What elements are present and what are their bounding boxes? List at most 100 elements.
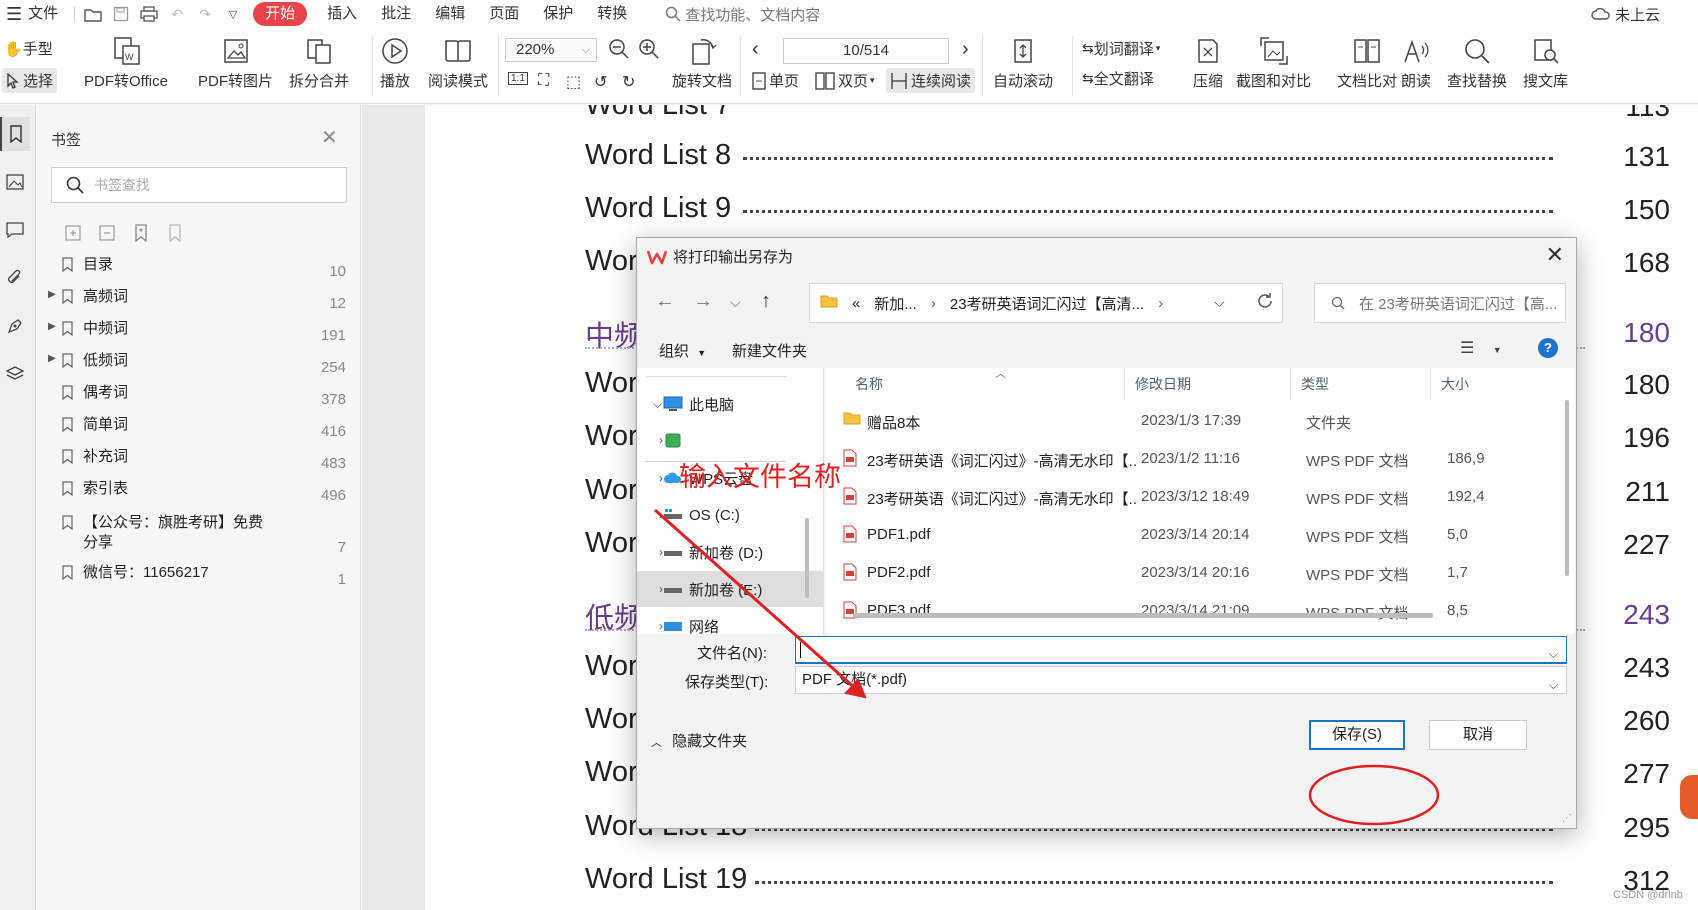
expand-arrow-icon[interactable]: ▶ [48, 353, 56, 364]
compress-button[interactable]: 压缩 [1193, 36, 1223, 91]
rotate-right-button[interactable]: ↻ [622, 72, 635, 92]
bookmark-search-input[interactable]: 书签查找 [51, 167, 347, 203]
rotate-left-button[interactable]: ↺ [594, 72, 607, 92]
thumbnail-panel-icon[interactable] [0, 165, 30, 199]
full-translate-button[interactable]: ⇆ 全文翻译 [1082, 68, 1154, 89]
document-compare-button[interactable]: 文档比对 [1337, 36, 1397, 91]
nav-item-drive-e[interactable]: › 新加卷 (E:) [637, 571, 823, 607]
chevron-right-icon[interactable]: › [931, 295, 936, 312]
filename-input[interactable]: ⌵ [795, 636, 1567, 664]
word-translate-button[interactable]: ⇆ 划词翻译 ▾ [1082, 38, 1160, 59]
zoom-out-button[interactable] [608, 38, 633, 60]
breadcrumb-segment[interactable]: 23考研英语词汇闪过【高清... [950, 293, 1144, 314]
close-icon[interactable]: ✕ [321, 125, 338, 150]
split-merge-button[interactable]: 拆分合并 [289, 36, 349, 91]
tab-convert[interactable]: 转换 [585, 0, 639, 28]
rotate-document-button[interactable]: 旋转文档 [672, 36, 732, 91]
toc-entry-label[interactable]: Word List 7 [585, 105, 731, 122]
continuous-read-button[interactable]: 连续阅读 [886, 68, 976, 93]
hand-tool-button[interactable]: ✋ 手型 [4, 38, 53, 59]
file-row[interactable]: 23考研英语《词汇闪过》-高清无水印【... 2023/3/12 18:49 W… [825, 478, 1565, 516]
breadcrumb-segment[interactable]: 新加... [874, 293, 917, 314]
file-row[interactable]: PDF1.pdf 2023/3/14 20:14 WPS PDF 文档 5,0 [825, 516, 1565, 554]
chevron-down-icon[interactable]: ⌵ [1549, 642, 1558, 666]
file-list-horizontal-scrollbar[interactable] [853, 613, 1433, 618]
feature-search[interactable]: 查找功能、文档内容 [665, 4, 820, 25]
column-header-size[interactable]: 大小 [1431, 368, 1491, 400]
file-list-vertical-scrollbar[interactable] [1565, 400, 1569, 576]
screenshot-compare-button[interactable]: 截图和对比 [1236, 36, 1311, 91]
nav-item-folder[interactable]: › [637, 422, 823, 458]
collapse-all-icon[interactable] [90, 222, 124, 244]
view-options-button[interactable]: ☰ ▼ [1460, 338, 1502, 358]
actual-size-button[interactable]: 1:1 [508, 72, 528, 85]
column-header-name[interactable]: 名称 ︿ [825, 368, 1125, 400]
comment-panel-icon[interactable] [0, 213, 30, 247]
organize-button[interactable]: 组织 ▼ [659, 340, 706, 361]
nav-item-drive-d[interactable]: › 新加卷 (D:) [637, 534, 823, 570]
tab-insert[interactable]: 插入 [315, 0, 369, 28]
read-aloud-button[interactable]: 朗读 [1401, 36, 1431, 91]
file-row[interactable]: PDF3.pdf 2023/3/14 21:09 WPS PDF 文档 8,5 [825, 592, 1565, 630]
toc-entry-label[interactable]: Word List 19 [585, 863, 747, 896]
bookmark-panel-icon[interactable] [0, 117, 30, 151]
chevron-down-icon[interactable]: ⌵ [637, 397, 662, 412]
pdf-to-office-button[interactable]: W PDF转Office [84, 36, 168, 91]
chevron-right-icon[interactable]: › [1158, 295, 1163, 312]
hide-folders-toggle[interactable]: ︿ 隐藏文件夹 [651, 730, 747, 751]
chevron-right-icon[interactable]: › [637, 582, 663, 596]
resize-grip-icon[interactable]: ⋰ [1562, 813, 1572, 824]
find-replace-button[interactable]: 查找替换 [1447, 36, 1507, 91]
tab-edit[interactable]: 编辑 [423, 0, 477, 28]
undo-icon[interactable]: ↶ [166, 4, 188, 24]
page-number-input[interactable]: 10/514 [783, 38, 949, 64]
print-icon[interactable] [138, 4, 160, 24]
expand-arrow-icon[interactable]: ▶ [48, 321, 56, 332]
chevron-right-icon[interactable]: › [637, 619, 663, 633]
double-page-button[interactable]: 双页 ▾ [815, 70, 875, 91]
breadcrumb-overflow[interactable]: « [852, 295, 860, 312]
select-tool-button[interactable]: 选择 [2, 68, 58, 93]
menu-file[interactable]: 文件 [24, 0, 70, 28]
back-arrow-icon[interactable]: ← [655, 290, 675, 313]
file-row[interactable]: PDF2.pdf 2023/3/14 20:16 WPS PDF 文档 1,7 [825, 554, 1565, 592]
nav-scrollbar[interactable] [805, 518, 809, 598]
play-button[interactable]: 播放 [380, 36, 410, 91]
fit-page-button[interactable]: ⛶ [538, 72, 549, 90]
search-library-button[interactable]: 搜文库 [1523, 36, 1568, 91]
fit-width-button[interactable]: ⬚ [566, 72, 581, 92]
column-header-type[interactable]: 类型 [1291, 368, 1431, 400]
expand-all-icon[interactable] [56, 222, 90, 244]
tab-page[interactable]: 页面 [477, 0, 531, 28]
file-row[interactable]: 23考研英语《词汇闪过》-高清无水印【... 2023/1/2 11:16 WP… [825, 440, 1565, 478]
single-page-button[interactable]: 单页 [752, 70, 799, 91]
delete-bookmark-icon[interactable] [158, 222, 192, 244]
side-float-widget[interactable] [1680, 775, 1698, 819]
up-arrow-icon[interactable]: ↑ [761, 290, 771, 313]
column-header-date[interactable]: 修改日期 [1125, 368, 1291, 400]
chevron-right-icon[interactable]: › [637, 545, 663, 559]
folder-search-input[interactable]: 在 23考研英语词汇闪过【高... [1314, 283, 1566, 323]
zoom-in-button[interactable] [638, 38, 663, 60]
attachment-panel-icon[interactable] [0, 261, 30, 295]
chevron-right-icon[interactable]: › [637, 433, 663, 447]
recent-locations-chevron-icon[interactable]: ⌵ [730, 294, 741, 311]
chevron-down-icon[interactable]: ⌵ [1214, 294, 1225, 311]
tab-protect[interactable]: 保护 [531, 0, 585, 28]
tab-start[interactable]: 开始 [253, 2, 308, 26]
toc-entry-label[interactable]: Word List 8 [585, 139, 731, 172]
help-icon[interactable]: ? [1538, 338, 1558, 358]
hamburger-menu-icon[interactable]: ☰ [0, 0, 24, 28]
nav-item-drive-c[interactable]: › OS (C:) [637, 497, 823, 533]
open-folder-icon[interactable] [82, 4, 104, 24]
refresh-icon[interactable] [1256, 292, 1274, 314]
file-row[interactable]: 赠品8本 2023/1/3 17:39 文件夹 [825, 402, 1565, 440]
tab-comment[interactable]: 批注 [369, 0, 423, 28]
close-icon[interactable]: ✕ [1546, 242, 1564, 268]
new-folder-button[interactable]: 新建文件夹 [732, 340, 807, 361]
filetype-select[interactable]: PDF 文档(*.pdf) ⌵ [795, 666, 1567, 694]
toc-entry-label[interactable]: Word List 9 [585, 192, 731, 225]
save-icon[interactable] [110, 4, 132, 24]
signature-panel-icon[interactable] [0, 309, 30, 343]
chevron-right-icon[interactable]: › [637, 508, 663, 522]
